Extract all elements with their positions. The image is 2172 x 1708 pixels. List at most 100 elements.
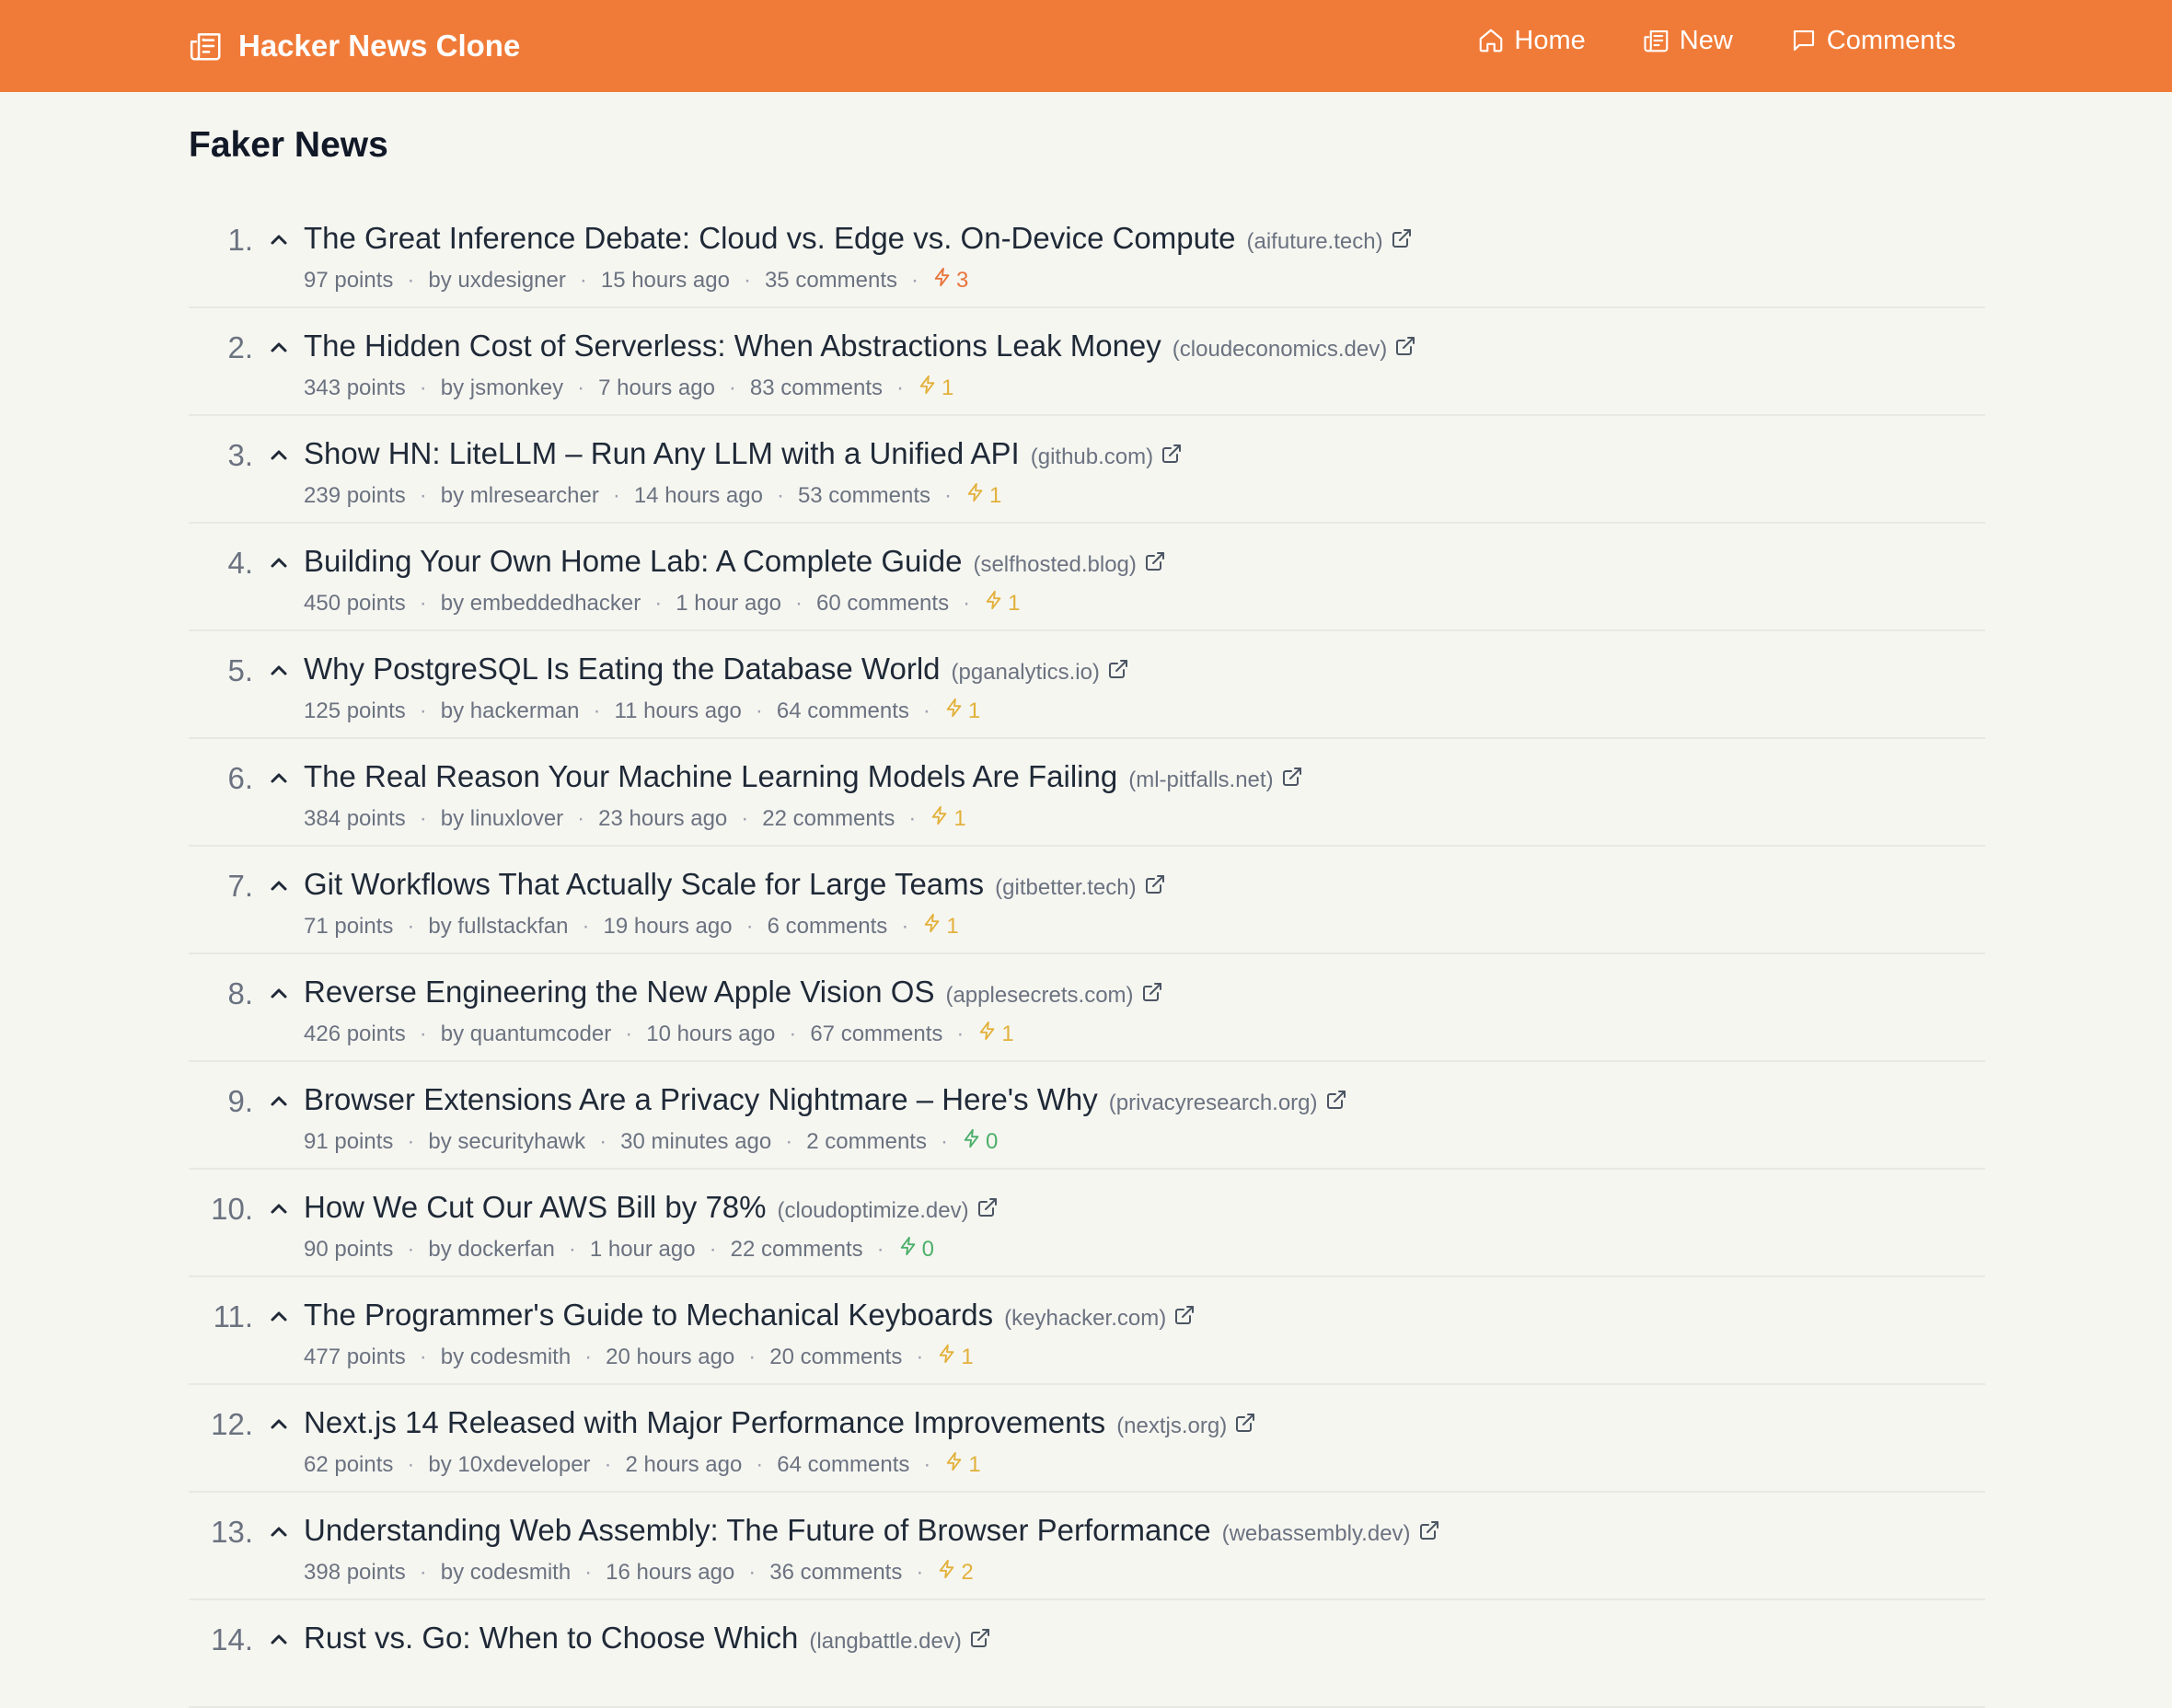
upvote-icon[interactable] bbox=[265, 1197, 293, 1219]
nav-home[interactable]: Home bbox=[1477, 26, 1585, 56]
story-author[interactable]: by embeddedhacker bbox=[441, 591, 641, 617]
story-title-link[interactable]: The Hidden Cost of Serverless: When Abst… bbox=[304, 329, 1161, 364]
story-time[interactable]: 15 hours ago bbox=[601, 268, 730, 294]
story-time[interactable]: 16 hours ago bbox=[606, 1560, 734, 1586]
story-title-link[interactable]: Git Workflows That Actually Scale for La… bbox=[304, 867, 984, 902]
story-domain[interactable]: (cloudeconomics.dev) bbox=[1173, 337, 1387, 363]
story-time[interactable]: 7 hours ago bbox=[598, 375, 715, 401]
boost-badge[interactable]: 1 bbox=[944, 698, 980, 724]
story-time[interactable]: 30 minutes ago bbox=[620, 1129, 771, 1155]
story-title-link[interactable]: Reverse Engineering the New Apple Vision… bbox=[304, 975, 934, 1010]
nav-new[interactable]: New bbox=[1643, 26, 1733, 56]
story-comments-link[interactable]: 60 comments bbox=[816, 591, 949, 617]
story-domain[interactable]: (aifuture.tech) bbox=[1247, 229, 1383, 255]
external-link-icon[interactable] bbox=[1144, 873, 1166, 895]
story-comments-link[interactable]: 2 comments bbox=[806, 1129, 927, 1155]
story-title-link[interactable]: How We Cut Our AWS Bill by 78% bbox=[304, 1190, 767, 1225]
story-comments-link[interactable]: 35 comments bbox=[765, 268, 897, 294]
story-title-link[interactable]: The Programmer's Guide to Mechanical Key… bbox=[304, 1298, 993, 1333]
external-link-icon[interactable] bbox=[1325, 1089, 1347, 1111]
story-domain[interactable]: (pganalytics.io) bbox=[952, 660, 1100, 686]
story-comments-link[interactable]: 64 comments bbox=[777, 698, 909, 724]
upvote-icon[interactable] bbox=[265, 1305, 293, 1327]
story-comments-link[interactable]: 20 comments bbox=[769, 1344, 902, 1370]
story-title-link[interactable]: Why PostgreSQL Is Eating the Database Wo… bbox=[304, 652, 941, 687]
story-time[interactable]: 1 hour ago bbox=[676, 591, 781, 617]
upvote-icon[interactable] bbox=[265, 551, 293, 573]
story-title-link[interactable]: Show HN: LiteLLM – Run Any LLM with a Un… bbox=[304, 436, 1020, 471]
story-author[interactable]: by codesmith bbox=[441, 1560, 571, 1586]
story-time[interactable]: 11 hours ago bbox=[615, 698, 742, 724]
boost-badge[interactable]: 0 bbox=[962, 1128, 998, 1155]
external-link-icon[interactable] bbox=[1234, 1412, 1256, 1434]
external-link-icon[interactable] bbox=[1107, 658, 1129, 680]
external-link-icon[interactable] bbox=[1144, 550, 1166, 572]
story-title-link[interactable]: Browser Extensions Are a Privacy Nightma… bbox=[304, 1082, 1098, 1117]
story-domain[interactable]: (langbattle.dev) bbox=[809, 1629, 961, 1655]
story-time[interactable]: 10 hours ago bbox=[646, 1021, 775, 1047]
brand[interactable]: Hacker News Clone bbox=[189, 0, 520, 92]
story-domain[interactable]: (webassembly.dev) bbox=[1222, 1521, 1411, 1547]
story-domain[interactable]: (cloudoptimize.dev) bbox=[778, 1198, 969, 1224]
story-author[interactable]: by mlresearcher bbox=[441, 483, 599, 509]
story-time[interactable]: 19 hours ago bbox=[603, 914, 732, 940]
upvote-icon[interactable] bbox=[265, 874, 293, 896]
external-link-icon[interactable] bbox=[1281, 766, 1303, 788]
story-title-link[interactable]: The Great Inference Debate: Cloud vs. Ed… bbox=[304, 221, 1236, 256]
story-author[interactable]: by jsmonkey bbox=[441, 375, 563, 401]
story-domain[interactable]: (gitbetter.tech) bbox=[995, 875, 1136, 901]
upvote-icon[interactable] bbox=[265, 444, 293, 466]
upvote-icon[interactable] bbox=[265, 1413, 293, 1435]
story-title-link[interactable]: Next.js 14 Released with Major Performan… bbox=[304, 1405, 1105, 1440]
story-time[interactable]: 14 hours ago bbox=[634, 483, 763, 509]
story-domain[interactable]: (privacyresearch.org) bbox=[1109, 1091, 1318, 1116]
story-comments-link[interactable]: 67 comments bbox=[810, 1021, 942, 1047]
story-title-link[interactable]: Understanding Web Assembly: The Future o… bbox=[304, 1513, 1211, 1548]
story-comments-link[interactable]: 83 comments bbox=[750, 375, 883, 401]
story-comments-link[interactable]: 22 comments bbox=[762, 806, 895, 832]
story-domain[interactable]: (github.com) bbox=[1031, 444, 1153, 470]
story-author[interactable]: by codesmith bbox=[441, 1344, 571, 1370]
external-link-icon[interactable] bbox=[976, 1196, 999, 1218]
boost-badge[interactable]: 0 bbox=[898, 1236, 934, 1263]
story-author[interactable]: by securityhawk bbox=[428, 1129, 585, 1155]
external-link-icon[interactable] bbox=[969, 1627, 991, 1649]
story-title-link[interactable]: Rust vs. Go: When to Choose Which bbox=[304, 1621, 798, 1656]
external-link-icon[interactable] bbox=[1141, 981, 1163, 1003]
story-title-link[interactable]: The Real Reason Your Machine Learning Mo… bbox=[304, 759, 1117, 794]
upvote-icon[interactable] bbox=[265, 228, 293, 250]
story-comments-link[interactable]: 6 comments bbox=[768, 914, 888, 940]
upvote-icon[interactable] bbox=[265, 1090, 293, 1112]
boost-badge[interactable]: 1 bbox=[937, 1344, 973, 1370]
boost-badge[interactable]: 2 bbox=[937, 1559, 973, 1586]
story-comments-link[interactable]: 53 comments bbox=[798, 483, 930, 509]
story-author[interactable]: by dockerfan bbox=[428, 1237, 554, 1263]
story-author[interactable]: by quantumcoder bbox=[441, 1021, 611, 1047]
external-link-icon[interactable] bbox=[1394, 335, 1416, 357]
story-author[interactable]: by hackerman bbox=[441, 698, 580, 724]
story-domain[interactable]: (ml-pitfalls.net) bbox=[1128, 767, 1273, 793]
story-comments-link[interactable]: 64 comments bbox=[777, 1452, 909, 1478]
external-link-icon[interactable] bbox=[1418, 1519, 1440, 1541]
story-author[interactable]: by fullstackfan bbox=[428, 914, 568, 940]
story-domain[interactable]: (selfhosted.blog) bbox=[973, 552, 1136, 578]
story-domain[interactable]: (nextjs.org) bbox=[1116, 1414, 1227, 1439]
story-domain[interactable]: (keyhacker.com) bbox=[1004, 1306, 1166, 1332]
boost-badge[interactable]: 1 bbox=[922, 913, 958, 940]
story-comments-link[interactable]: 36 comments bbox=[769, 1560, 902, 1586]
story-comments-link[interactable]: 22 comments bbox=[731, 1237, 863, 1263]
story-title-link[interactable]: Building Your Own Home Lab: A Complete G… bbox=[304, 544, 962, 579]
upvote-icon[interactable] bbox=[265, 1628, 293, 1650]
boost-badge[interactable]: 1 bbox=[984, 590, 1020, 617]
boost-badge[interactable]: 3 bbox=[932, 267, 968, 294]
story-author[interactable]: by 10xdeveloper bbox=[428, 1452, 590, 1478]
boost-badge[interactable]: 1 bbox=[965, 482, 1001, 509]
story-domain[interactable]: (applesecrets.com) bbox=[945, 983, 1133, 1009]
boost-badge[interactable]: 1 bbox=[930, 805, 965, 832]
story-time[interactable]: 20 hours ago bbox=[606, 1344, 734, 1370]
story-time[interactable]: 2 hours ago bbox=[626, 1452, 743, 1478]
boost-badge[interactable]: 1 bbox=[918, 375, 953, 401]
boost-badge[interactable]: 1 bbox=[977, 1021, 1013, 1047]
story-author[interactable]: by uxdesigner bbox=[428, 268, 565, 294]
external-link-icon[interactable] bbox=[1391, 227, 1413, 249]
